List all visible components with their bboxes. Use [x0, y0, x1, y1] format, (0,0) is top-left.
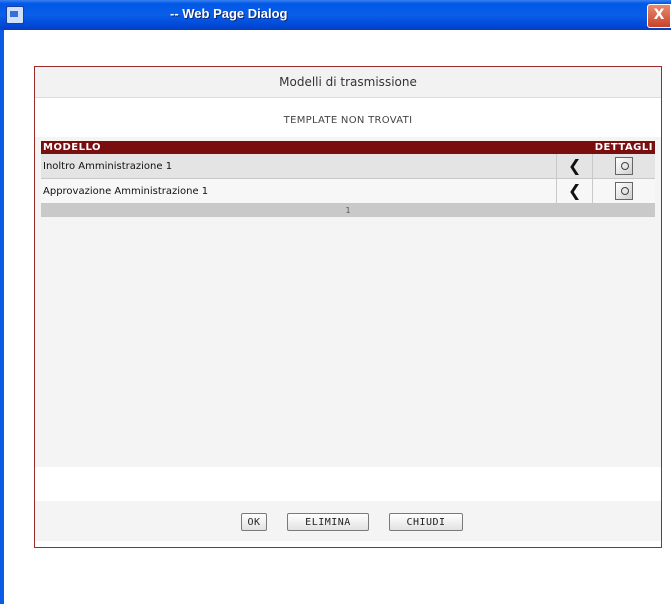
close-button[interactable]: X: [647, 4, 671, 28]
ok-button[interactable]: OK: [241, 513, 267, 531]
page-number[interactable]: 1: [41, 203, 655, 217]
table-row[interactable]: Approvazione Amministrazione 1 ❮: [41, 178, 655, 204]
table-header-row: MODELLO DETTAGLI: [41, 141, 655, 154]
dialog-client-area: Modelli di trasmissione TEMPLATE NON TRO…: [4, 30, 671, 604]
left-arrow-icon[interactable]: ❮: [568, 158, 581, 174]
select-button[interactable]: ❮: [556, 154, 593, 179]
details-button[interactable]: [592, 154, 655, 179]
modello-cell: Approvazione Amministrazione 1: [41, 178, 557, 204]
select-button[interactable]: ❮: [556, 178, 593, 204]
details-icon[interactable]: [615, 182, 634, 200]
window-title: -- Web Page Dialog: [170, 6, 288, 21]
details-button[interactable]: [592, 178, 655, 204]
button-bar: OK ELIMINA CHIUDI: [35, 501, 661, 541]
title-bar: -- Web Page Dialog X: [0, 0, 671, 30]
elimina-button[interactable]: ELIMINA: [287, 513, 369, 531]
column-header-dettagli: DETTAGLI: [592, 141, 655, 154]
modello-cell: Inoltro Amministrazione 1: [41, 154, 557, 179]
grid-area: MODELLO DETTAGLI Inoltro Amministrazione…: [35, 137, 661, 467]
panel-title: Modelli di trasmissione: [35, 67, 661, 98]
column-header-modello: MODELLO: [41, 141, 557, 154]
dialog-panel: Modelli di trasmissione TEMPLATE NON TRO…: [34, 66, 662, 548]
window-icon: [6, 6, 24, 24]
left-arrow-icon[interactable]: ❮: [568, 183, 581, 199]
details-icon[interactable]: [615, 157, 634, 175]
table-row[interactable]: Inoltro Amministrazione 1 ❮: [41, 154, 655, 179]
templates-table: MODELLO DETTAGLI Inoltro Amministrazione…: [41, 141, 655, 217]
pager-row: 1: [41, 203, 655, 217]
chiudi-button[interactable]: CHIUDI: [389, 513, 463, 531]
notice-text: TEMPLATE NON TROVATI: [283, 115, 413, 126]
column-header-action: [556, 141, 593, 154]
